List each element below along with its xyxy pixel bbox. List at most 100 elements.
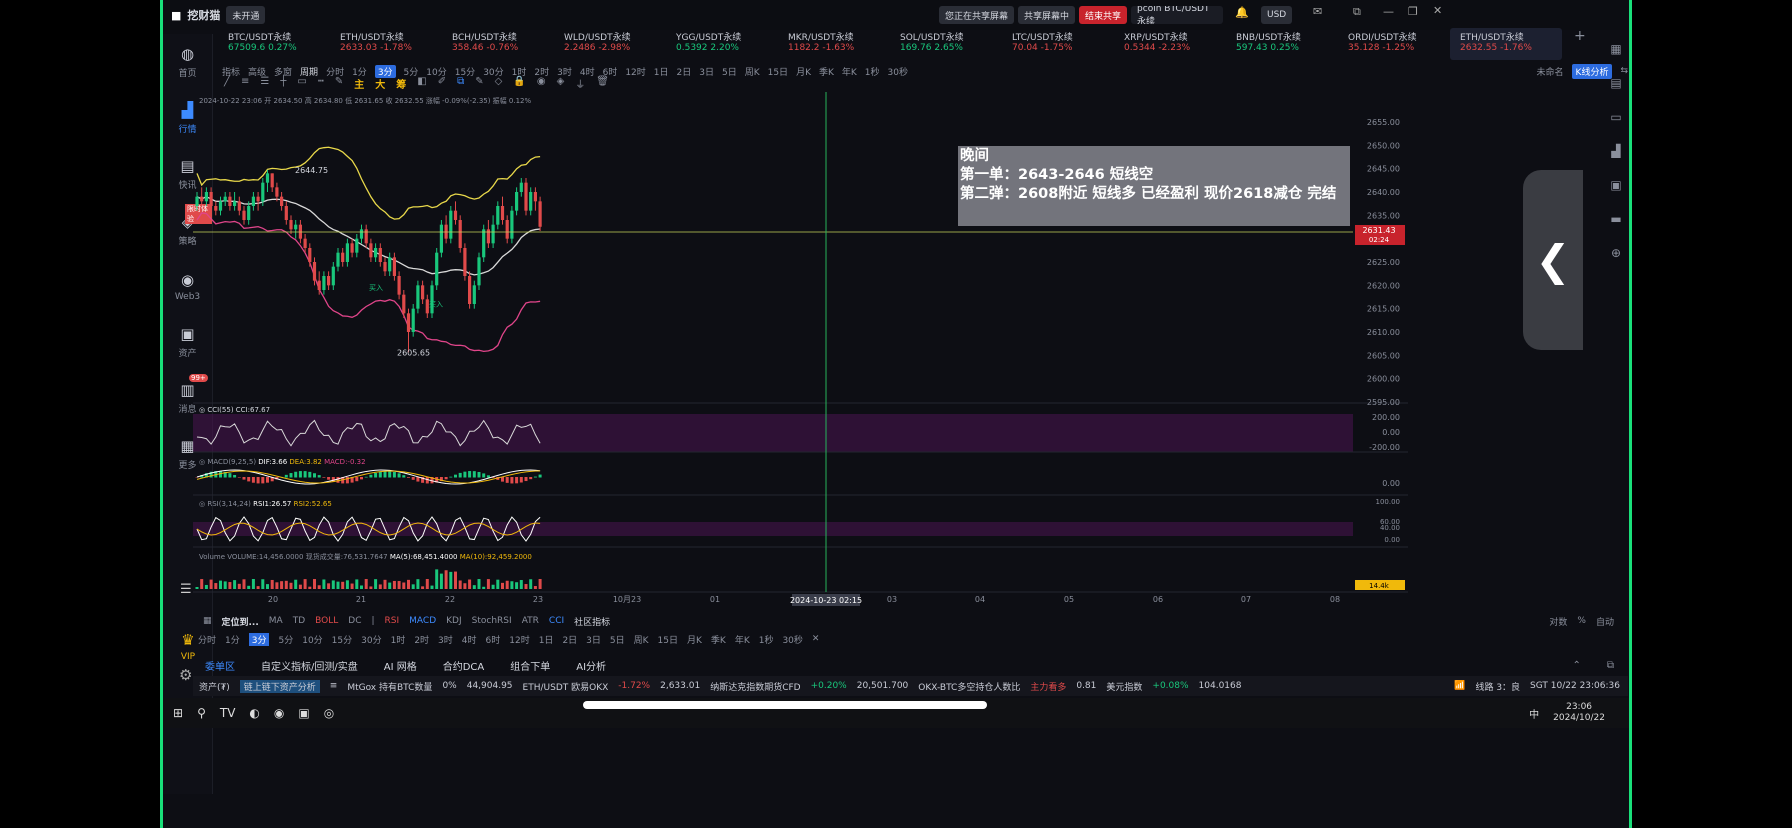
app-icon[interactable]: ▣ [298,706,309,720]
panel-tab-orders[interactable]: 委单区 [205,658,235,673]
interval-item[interactable]: 4时 [462,633,477,646]
eye-icon[interactable]: ◉ [537,76,546,92]
chart-icon[interactable]: ▟ [1611,144,1620,158]
percent-scale-button[interactable]: % [1577,616,1586,626]
eraser-icon[interactable]: ◇ [495,76,503,92]
main-force-button[interactable]: 主 [354,76,364,92]
interval-item[interactable]: 15分 [332,633,352,646]
interval-item-selected[interactable]: 3分 [248,632,270,646]
panel-tab-ai[interactable]: AI分析 [576,658,606,673]
ticker-tab[interactable]: BTC/USDT永续 67509.6 0.27% [218,28,330,60]
ticker-tab[interactable]: SOL/USDT永续 169.76 2.65% [890,28,1002,60]
ticker-tab[interactable]: XRP/USDT永续 0.5344 -2.23% [1114,28,1226,60]
interval-item[interactable]: 3日 [586,633,601,646]
interval-item[interactable]: 30分 [361,633,381,646]
interval-item[interactable]: 1日 [654,65,669,78]
locate-button[interactable]: 定位到... [222,615,259,628]
fib-tool-icon[interactable]: ☰ [260,76,269,92]
hline-tool-icon[interactable]: ≡ [241,76,249,92]
ticker-tab-active[interactable]: ETH/USDT永续 2632.55 -1.76% [1450,28,1562,60]
interval-item[interactable]: 1日 [539,633,554,646]
interval-item[interactable]: 30秒 [782,633,802,646]
trash-icon[interactable]: 🗑 [596,76,609,92]
line-tool-icon[interactable]: ╱ [224,76,230,92]
ticker-tab[interactable]: WLD/USDT永续 2.2486 -2.98% [554,28,666,60]
interval-item[interactable]: 15日 [658,633,678,646]
chrome-icon[interactable]: ◉ [274,706,284,720]
grid-icon[interactable]: ▦ [1610,42,1621,56]
indicator-tab[interactable]: StochRSI [472,616,512,626]
window-icon[interactable]: ⧉ [1353,5,1361,19]
tradingview-icon[interactable]: TV [220,706,236,720]
windows-start-icon[interactable]: ⊞ [173,706,183,720]
brush-tool-icon[interactable]: ✎ [335,76,343,92]
interval-item[interactable]: 5日 [722,65,737,78]
interval-item[interactable]: 5日 [610,633,625,646]
interval-item[interactable]: 月K [687,633,702,646]
panel-tab-combo[interactable]: 组合下单 [510,658,550,673]
bell-icon[interactable]: 🔔 [1235,6,1249,19]
interval-item[interactable]: 季K [819,65,834,78]
copy-icon[interactable]: ⧉ [457,76,464,92]
account-badge[interactable]: 未开通 [226,6,266,24]
layout-icon[interactable]: ▦ [203,616,212,626]
collapse-icon[interactable]: ⌃ [1572,660,1580,671]
close-icon[interactable]: ✕ [1433,4,1442,17]
interval-item[interactable]: 15日 [768,65,788,78]
add-tab-button[interactable]: + [1562,28,1586,60]
interval-item[interactable]: 分时 [198,633,216,646]
book-icon[interactable]: ▤ [1610,76,1621,90]
interval-item[interactable]: 2日 [562,633,577,646]
rect-tool-icon[interactable]: ▭ [297,76,306,92]
menu-icon[interactable]: ☰ [180,582,192,597]
layout-icon[interactable]: ◧ [417,76,426,92]
interval-item[interactable]: 12时 [509,633,529,646]
interval-item[interactable]: 3日 [699,65,714,78]
back-arrow-icon[interactable]: ❮ [1523,170,1583,350]
cross-tool-icon[interactable]: ┼ [280,76,286,92]
log-scale-button[interactable]: 对数 [1549,615,1567,628]
interval-item[interactable]: 周K [634,633,649,646]
asset-analysis-button[interactable]: 链上链下资产分析 [239,679,320,693]
ticker-tab[interactable]: ETH/USDT永续 2633.03 -1.78% [330,28,442,60]
unnamed-layout[interactable]: 未命名 [1537,65,1564,78]
settings-icon[interactable]: ⚙ [179,666,192,684]
indicator-tab[interactable]: TD [293,616,305,626]
screen-share-button[interactable]: 共享屏幕中 [1018,6,1076,24]
interval-item[interactable]: 月K [796,65,811,78]
interval-item[interactable]: 年K [842,65,857,78]
ticker-tab[interactable]: YGG/USDT永续 0.5392 2.20% [666,28,778,60]
fill-icon[interactable]: ◈ [557,76,565,92]
ticker-tab[interactable]: LTC/USDT永续 70.04 -1.75% [1002,28,1114,60]
nav-home[interactable]: ◍ 首页 [163,34,212,90]
interval-item[interactable]: 季K [711,633,726,646]
minimize-icon[interactable]: — [1383,5,1394,18]
interval-item[interactable]: 10分 [302,633,322,646]
ticker-tab[interactable]: ORDI/USDT永续 35.128 -1.25% [1338,28,1450,60]
ticker-tab[interactable]: BCH/USDT永续 358.46 -0.76% [442,28,554,60]
interval-item[interactable]: 30秒 [888,65,908,78]
network-line[interactable]: 线路 3：良 [1475,680,1520,693]
close-icon[interactable]: ✕ [812,634,820,644]
maximize-icon[interactable]: ❐ [1408,5,1418,18]
interval-item[interactable]: 2日 [677,65,692,78]
monitor-icon[interactable]: ▣ [1610,178,1621,192]
indicator-tab[interactable]: KDJ [446,616,462,626]
download-icon[interactable]: ⊕ [1611,246,1621,260]
indicator-tab[interactable]: CCI [549,616,564,626]
interval-item[interactable]: 2时 [414,633,429,646]
interval-item[interactable]: 1秒 [865,65,880,78]
indicator-tab[interactable]: DC [348,616,361,626]
big-order-button[interactable]: 大 [375,76,385,92]
lock-icon[interactable]: 🔒 [513,76,525,92]
indicator-tab[interactable]: BOLL [315,616,338,626]
pen-icon[interactable]: ✐ [438,76,446,92]
ticker-tab[interactable]: MKR/USDT永续 1182.2 -1.63% [778,28,890,60]
obs-icon[interactable]: ◎ [324,706,334,720]
end-share-button[interactable]: 结束共享 [1079,6,1128,24]
indicator-tab[interactable]: MA [269,616,283,626]
indicator-tab[interactable]: MACD [409,616,436,626]
ticker-tab[interactable]: BNB/USDT永续 597.43 0.25% [1226,28,1338,60]
card-icon[interactable]: ▬ [1610,212,1621,226]
edge-icon[interactable]: ◐ [249,706,259,720]
